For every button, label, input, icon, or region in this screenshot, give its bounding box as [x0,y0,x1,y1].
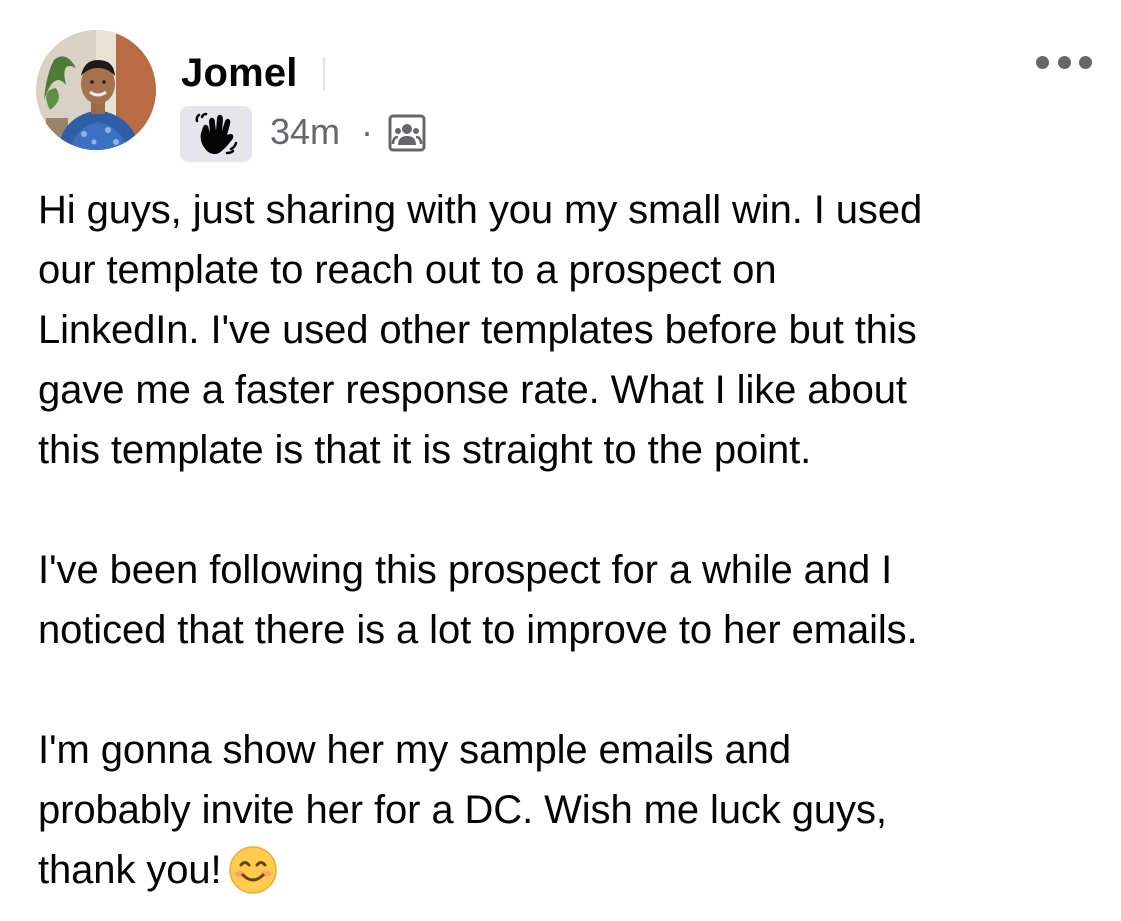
author-name[interactable]: Jomel [181,50,298,96]
meta-separator: · [361,111,373,152]
smiling-face-emoji-icon [228,845,278,895]
member-badge[interactable] [180,106,252,162]
post-body: Hi guys, just sharing with you my small … [38,180,1098,900]
post-paragraph-3: I'm gonna show her my sample emails and … [38,720,1098,900]
more-options-button[interactable] [1036,48,1092,76]
post-paragraph-3-text: I'm gonna show her my sample emails and … [38,728,887,892]
waving-hand-icon [195,112,238,155]
group-members-icon[interactable] [388,114,426,152]
name-divider [323,57,325,91]
more-options-icon-dot-3 [1079,55,1092,69]
post-timestamp[interactable]: 34m [270,110,340,154]
post-paragraph-2: I've been following this prospect for a … [38,548,918,652]
avatar[interactable] [36,30,156,150]
post-paragraph-1: Hi guys, just sharing with you my small … [38,188,923,472]
profile-photo-icon [36,30,156,150]
more-options-icon-dot-2 [1057,55,1071,69]
more-options-icon [1036,55,1049,69]
post-card: Jomel 34m · Hi guys, just sharing with y… [0,0,1121,921]
